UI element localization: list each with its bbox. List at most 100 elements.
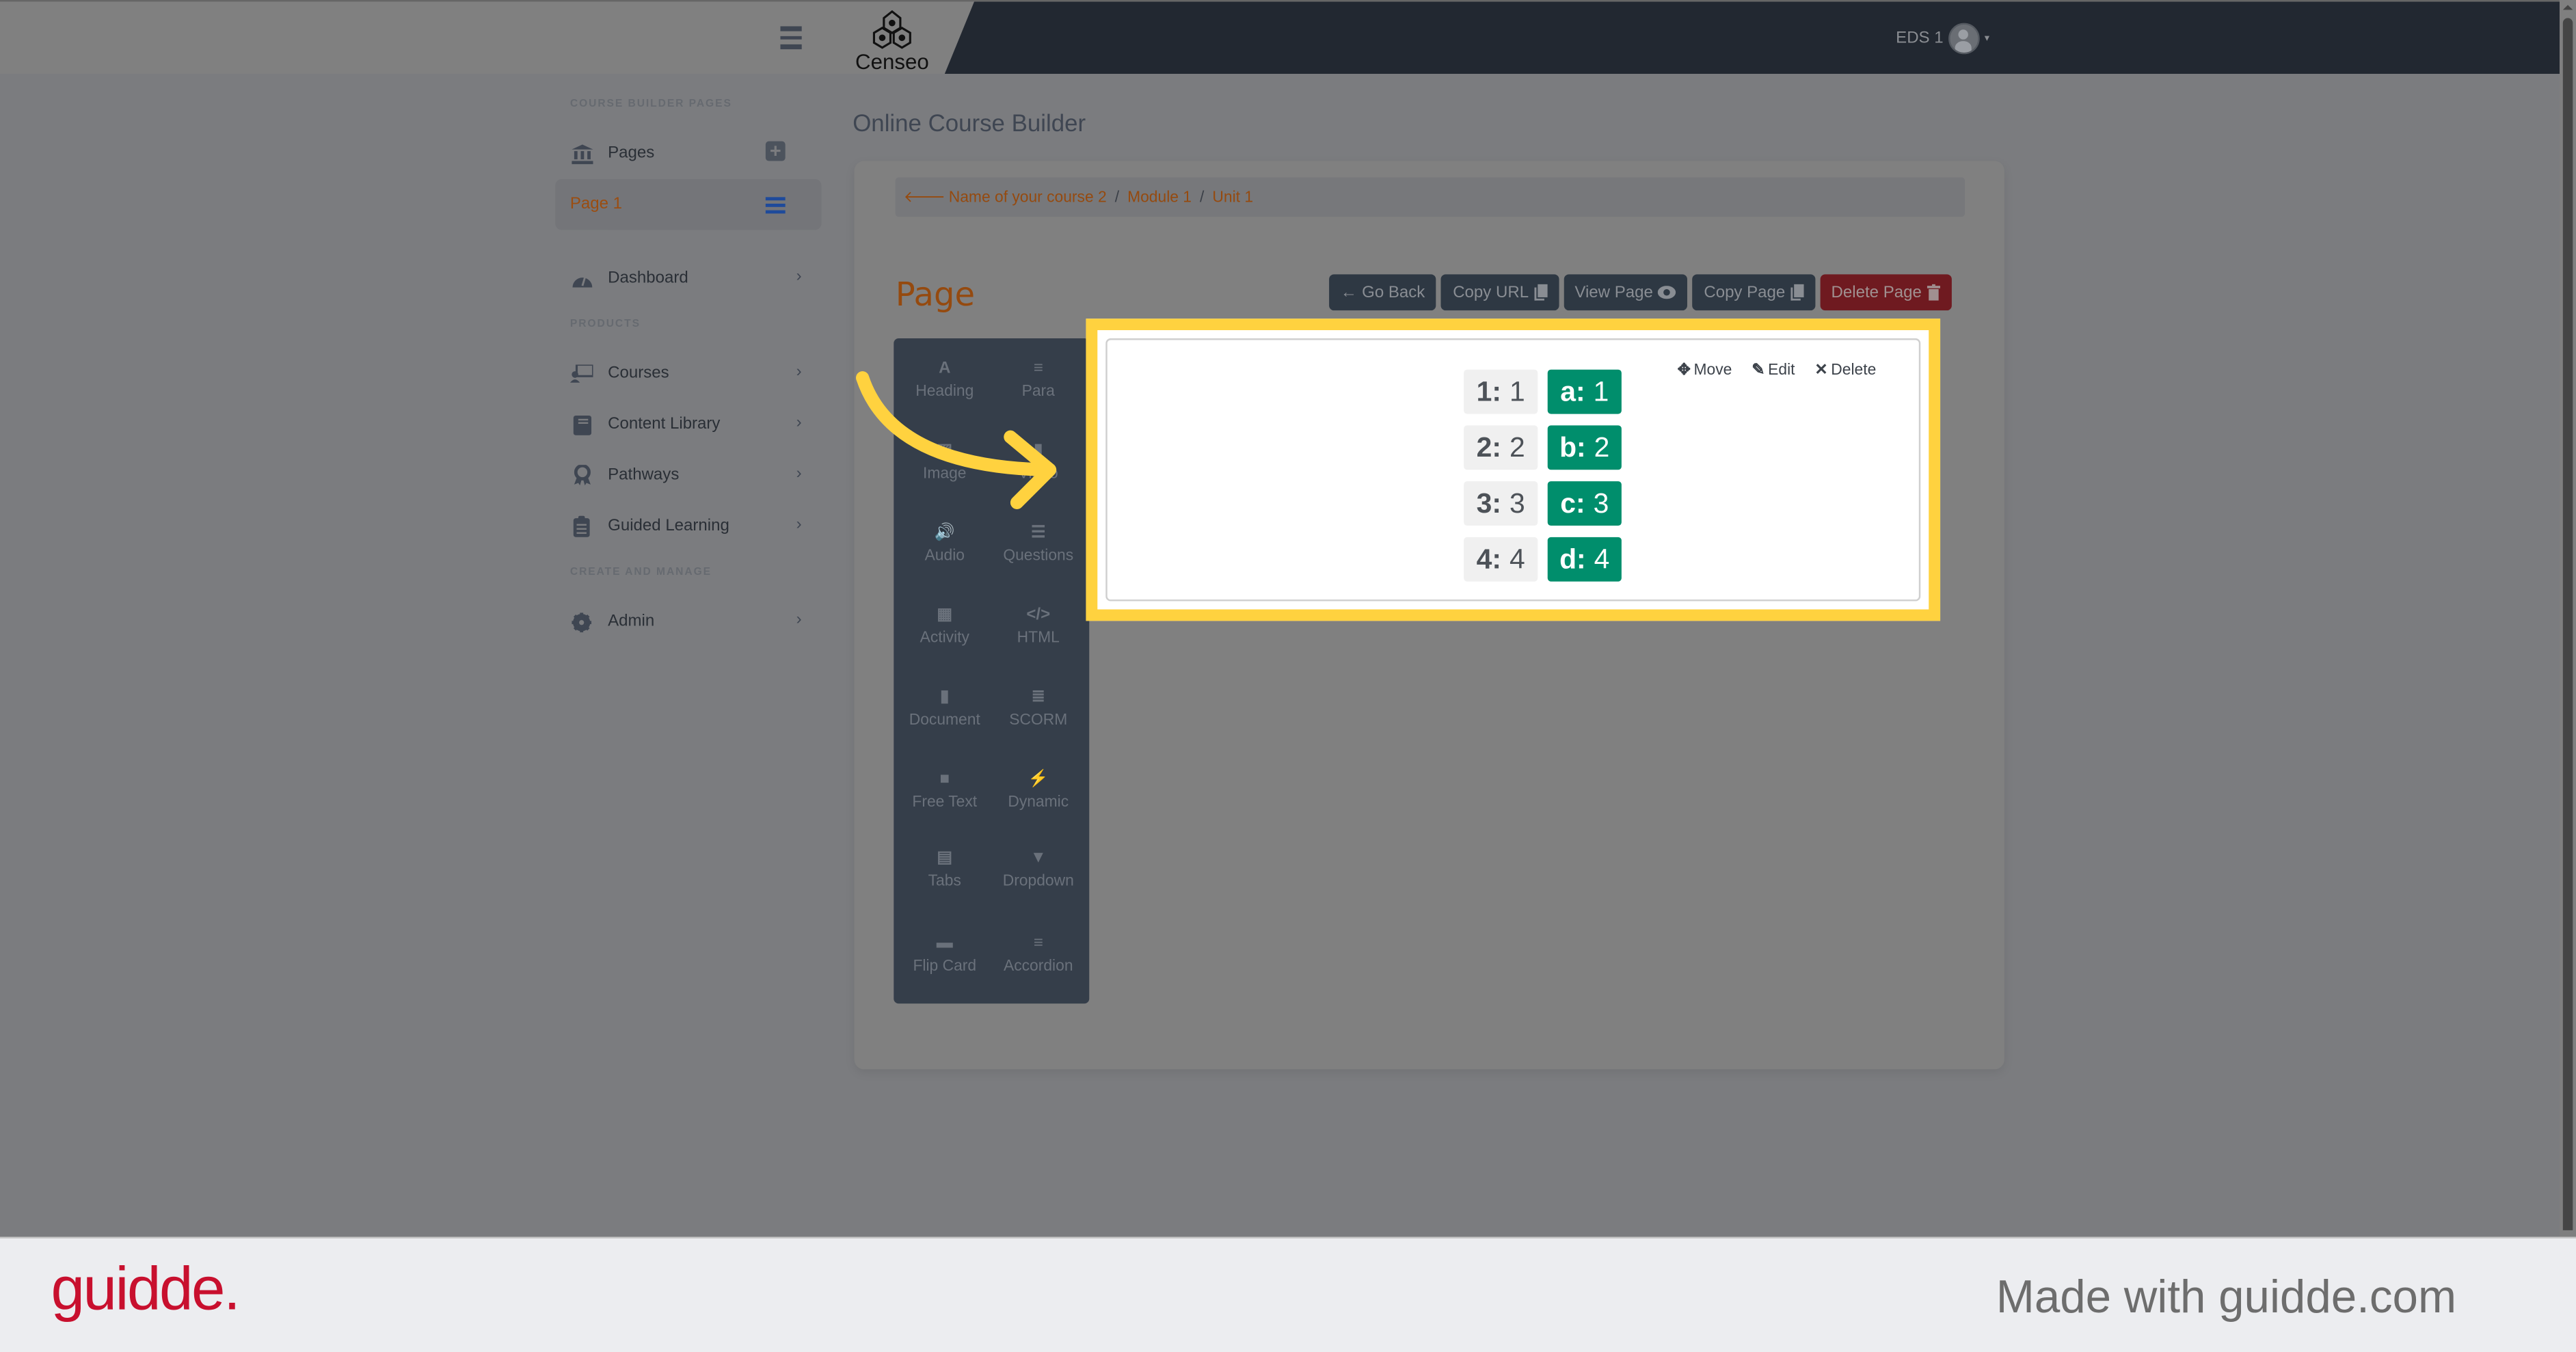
- go-back-button[interactable]: ← Go Back: [1329, 274, 1437, 311]
- tool-scorm[interactable]: ≣ SCORM: [991, 686, 1086, 729]
- made-with-text: Made with guidde.com: [1996, 1271, 2457, 1323]
- chevron-right-icon: ›: [796, 267, 802, 286]
- match-pair: 2: 2 b: 2: [1464, 425, 1622, 470]
- breadcrumb-unit[interactable]: Unit 1: [1212, 188, 1253, 206]
- censeo-logo[interactable]: Censeo: [849, 10, 935, 74]
- pencil-icon: ✎: [1752, 361, 1765, 380]
- match-right-item[interactable]: b: 2: [1547, 425, 1622, 470]
- tool-flip-card[interactable]: ▬ Flip Card: [897, 933, 992, 975]
- logo-text: Censeo: [855, 49, 929, 75]
- copy-url-button[interactable]: Copy URL: [1441, 274, 1559, 311]
- tool-activity[interactable]: ▦ Activity: [897, 604, 992, 647]
- item-value: 4: [1594, 543, 1610, 574]
- breadcrumb-module[interactable]: Module 1: [1127, 188, 1192, 206]
- tool-label: Accordion: [1003, 958, 1073, 976]
- match-pair: 3: 3 c: 3: [1464, 481, 1622, 526]
- user-menu[interactable]: EDS 1 ▾: [1896, 23, 1989, 55]
- delete-page-button[interactable]: Delete Page: [1819, 274, 1952, 311]
- tool-html[interactable]: </> HTML: [991, 604, 1086, 647]
- caret-down-icon: ▾: [1984, 34, 1989, 44]
- sidebar-item-pages[interactable]: Pages +: [555, 128, 821, 178]
- item-value: 2: [1510, 431, 1525, 463]
- sidebar-item-label: Pages: [608, 144, 655, 163]
- tool-label: Dynamic: [1008, 793, 1069, 812]
- vertical-scrollbar[interactable]: [2560, 0, 2576, 1237]
- sidebar-item-page-1[interactable]: Page 1: [555, 178, 822, 230]
- scroll-up-arrow-icon[interactable]: [2562, 5, 2573, 10]
- tool-document[interactable]: ▮ Document: [897, 686, 992, 729]
- scrollbar-thumb[interactable]: [2562, 18, 2573, 1230]
- tool-label: HTML: [1017, 629, 1060, 647]
- arrow-left-icon: ←: [1340, 283, 1357, 301]
- button-label: Copy URL: [1453, 283, 1529, 301]
- sidebar-item-label: Admin: [608, 612, 655, 631]
- navbar-dark-section: [944, 1, 2560, 75]
- item-value: 3: [1510, 487, 1525, 519]
- button-label: View Page: [1574, 283, 1653, 301]
- copy-page-button[interactable]: Copy Page: [1692, 274, 1815, 311]
- tool-free-text[interactable]: ■ Free Text: [897, 769, 992, 811]
- tool-label: Flip Card: [913, 958, 977, 976]
- item-key: d:: [1559, 543, 1586, 574]
- dashboard-icon: [570, 269, 593, 288]
- tool-label: SCORM: [1009, 711, 1068, 729]
- sidebar-item-content-library[interactable]: Content Library ›: [555, 399, 821, 450]
- tool-dynamic[interactable]: ⚡ Dynamic: [991, 769, 1086, 811]
- censeo-logo-icon: [872, 10, 911, 49]
- sidebar-item-label: Content Library: [608, 415, 721, 434]
- item-value: 2: [1594, 431, 1610, 463]
- menu-toggle-icon[interactable]: [780, 26, 802, 53]
- tool-tabs[interactable]: ▤ Tabs: [897, 848, 992, 890]
- section-create-and-manage: CREATE AND MANAGE: [569, 567, 712, 578]
- match-left-item[interactable]: 1: 1: [1464, 369, 1538, 414]
- page-title: Online Course Builder: [853, 111, 1086, 138]
- tool-accordion[interactable]: ≡ Accordion: [991, 933, 1086, 975]
- match-left-item[interactable]: 3: 3: [1464, 481, 1538, 526]
- close-icon: ✕: [1814, 361, 1828, 380]
- chevron-right-icon: ›: [796, 515, 802, 535]
- sidebar-item-admin[interactable]: Admin ›: [555, 596, 821, 647]
- chevron-right-icon: ›: [796, 414, 802, 433]
- block-controls: ✥ Move ✎ Edit ✕ Delete: [1678, 362, 1877, 379]
- bolt-icon: ⚡: [1028, 769, 1049, 788]
- sidebar-item-label: Dashboard: [608, 269, 688, 288]
- tool-dropdown[interactable]: ▼ Dropdown: [991, 848, 1086, 890]
- sidebar-item-label: Courses: [608, 364, 669, 383]
- match-left-item[interactable]: 4: 4: [1464, 537, 1538, 582]
- sidebar-item-dashboard[interactable]: Dashboard ›: [555, 253, 821, 303]
- match-right-item[interactable]: a: 1: [1547, 369, 1622, 414]
- arrow-left-icon[interactable]: 🡐: [904, 188, 945, 206]
- matching-block[interactable]: ✥ Move ✎ Edit ✕ Delete 1: 1 a: 1 2: 2 b: 2 3: 3 c: 3 4:…: [1105, 338, 1921, 601]
- match-pair: 4: 4 d: 4: [1464, 537, 1622, 582]
- sidebar-item-guided-learning[interactable]: Guided Learning ›: [555, 501, 821, 552]
- control-label: Delete: [1831, 361, 1877, 380]
- tool-label: Free Text: [912, 793, 978, 812]
- section-products: PRODUCTS: [569, 319, 641, 331]
- item-value: 4: [1510, 543, 1525, 574]
- match-left-item[interactable]: 2: 2: [1464, 425, 1538, 470]
- highlighted-matching-block: ✥ Move ✎ Edit ✕ Delete 1: 1 a: 1 2: 2 b: 2 3: 3 c: 3 4:…: [1086, 319, 1941, 621]
- match-right-item[interactable]: c: 3: [1547, 481, 1622, 526]
- sidebar-item-courses[interactable]: Courses ›: [555, 348, 821, 398]
- match-right-item[interactable]: d: 4: [1547, 537, 1622, 582]
- reorder-list-icon[interactable]: [765, 197, 786, 217]
- copy-icon: [1533, 284, 1547, 301]
- delete-button[interactable]: ✕ Delete: [1814, 362, 1876, 379]
- button-label: Delete Page: [1831, 283, 1922, 301]
- item-key: 4:: [1476, 543, 1502, 574]
- tool-label: Tabs: [928, 872, 961, 891]
- database-icon: ≣: [1031, 687, 1045, 706]
- view-page-button[interactable]: View Page: [1563, 274, 1688, 311]
- add-page-button[interactable]: +: [765, 141, 786, 161]
- breadcrumb-course[interactable]: Name of your course 2: [949, 188, 1107, 206]
- move-button[interactable]: ✥ Move: [1678, 362, 1732, 379]
- bank-icon: [570, 144, 593, 164]
- sidebar-item-label: Page 1: [569, 195, 623, 214]
- guidde-footer: guidde. Made with guidde.com: [0, 1236, 2576, 1352]
- item-value: 1: [1593, 375, 1609, 407]
- edit-button[interactable]: ✎ Edit: [1752, 362, 1795, 379]
- avatar-icon: [1948, 23, 1980, 55]
- top-navbar: Censeo EDS 1 ▾: [0, 0, 2576, 75]
- sidebar-item-pathways[interactable]: Pathways ›: [555, 450, 821, 500]
- sidebar-item-label: Pathways: [608, 466, 680, 485]
